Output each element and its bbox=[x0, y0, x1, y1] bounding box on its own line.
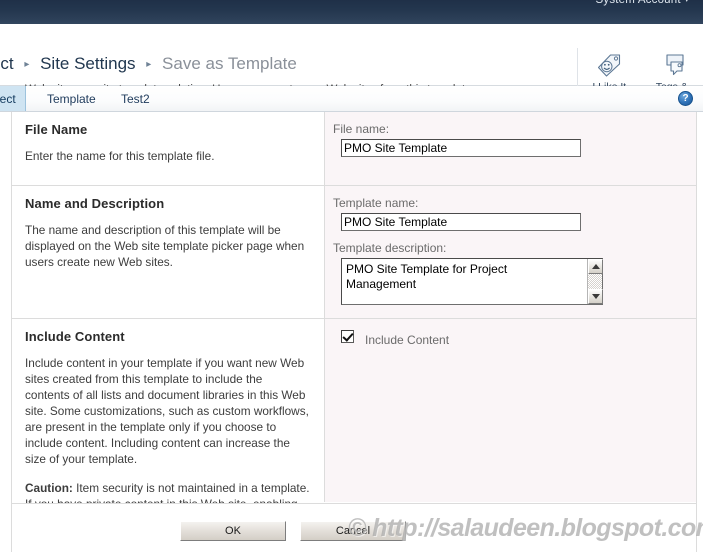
section-include-content-title: Include Content bbox=[25, 329, 310, 344]
section-file-name-field-column: File name: bbox=[324, 112, 696, 185]
template-name-label: Template name: bbox=[333, 196, 686, 210]
page-header-band: roject ▸ Site Settings ▸ Save as Templat… bbox=[0, 24, 703, 86]
section-name-and-description: Name and Description The name and descri… bbox=[12, 186, 696, 319]
breadcrumb-separator-icon: ▸ bbox=[146, 59, 151, 70]
section-file-name-description: Enter the name for this template file. bbox=[25, 148, 310, 164]
include-content-checkbox[interactable] bbox=[341, 330, 354, 343]
section-file-name-description-column: File Name Enter the name for this templa… bbox=[12, 112, 324, 185]
top-navigation-bar: System Account ▾ bbox=[0, 0, 703, 24]
caution-label: Caution: bbox=[25, 481, 73, 495]
tab-template-label: Template bbox=[47, 92, 96, 106]
save-as-template-form: File Name Enter the name for this templa… bbox=[11, 112, 697, 503]
tab-strip: ject Template Test2 ? bbox=[0, 86, 703, 112]
tab-template[interactable]: Template bbox=[38, 86, 105, 111]
chevron-down-icon: ▾ bbox=[685, 0, 689, 4]
section-file-name: File Name Enter the name for this templa… bbox=[12, 112, 696, 186]
include-content-checkbox-label: Include Content bbox=[365, 333, 449, 347]
like-tag-icon bbox=[596, 50, 622, 80]
scroll-up-icon[interactable] bbox=[588, 259, 603, 274]
page-title: Save as Template bbox=[162, 54, 297, 73]
include-content-checkbox-row[interactable]: Include Content bbox=[341, 329, 686, 347]
section-include-content: Include Content Include content in your … bbox=[12, 319, 696, 502]
section-include-content-caution: Caution: Item security is not maintained… bbox=[25, 480, 310, 503]
ok-button[interactable]: OK bbox=[180, 521, 286, 541]
section-name-description-column: Name and Description The name and descri… bbox=[12, 186, 324, 318]
breadcrumb: roject ▸ Site Settings ▸ Save as Templat… bbox=[0, 54, 297, 74]
account-menu[interactable]: System Account ▾ bbox=[596, 0, 689, 6]
tags-notes-icon bbox=[658, 50, 686, 80]
tab-test2[interactable]: Test2 bbox=[112, 86, 159, 111]
section-name-and-description-title: Name and Description bbox=[25, 196, 310, 211]
tab-project[interactable]: ject bbox=[0, 86, 26, 111]
breadcrumb-item-site-settings[interactable]: Site Settings bbox=[40, 54, 135, 73]
scroll-down-icon[interactable] bbox=[588, 289, 603, 304]
tab-project-label: ject bbox=[0, 92, 16, 106]
breadcrumb-item-site[interactable]: roject bbox=[0, 54, 14, 73]
template-description-input[interactable] bbox=[344, 260, 572, 304]
template-description-textarea-wrapper bbox=[341, 258, 603, 305]
help-icon[interactable]: ? bbox=[678, 91, 693, 106]
section-include-content-field-column: Include Content bbox=[324, 319, 696, 502]
template-description-label: Template description: bbox=[333, 241, 686, 255]
textarea-scrollbar[interactable] bbox=[587, 259, 602, 304]
file-name-label: File name: bbox=[333, 122, 686, 136]
breadcrumb-separator-icon: ▸ bbox=[24, 59, 29, 70]
tab-test2-label: Test2 bbox=[121, 92, 150, 106]
sharepoint-save-as-template-page: System Account ▾ roject ▸ Site Settings ▸… bbox=[0, 0, 703, 552]
section-include-content-description-column: Include Content Include content in your … bbox=[12, 319, 324, 502]
cancel-button[interactable]: Cancel bbox=[300, 521, 406, 541]
section-include-content-description: Include content in your template if you … bbox=[25, 355, 310, 467]
section-name-and-description-field-column: Template name: Template description: bbox=[324, 186, 696, 318]
account-name: System Account bbox=[596, 0, 681, 6]
section-file-name-title: File Name bbox=[25, 122, 310, 137]
template-name-input[interactable] bbox=[341, 213, 581, 231]
section-name-and-description-description: The name and description of this templat… bbox=[25, 222, 310, 270]
form-footer: OK Cancel bbox=[11, 503, 697, 552]
file-name-input[interactable] bbox=[341, 139, 581, 157]
